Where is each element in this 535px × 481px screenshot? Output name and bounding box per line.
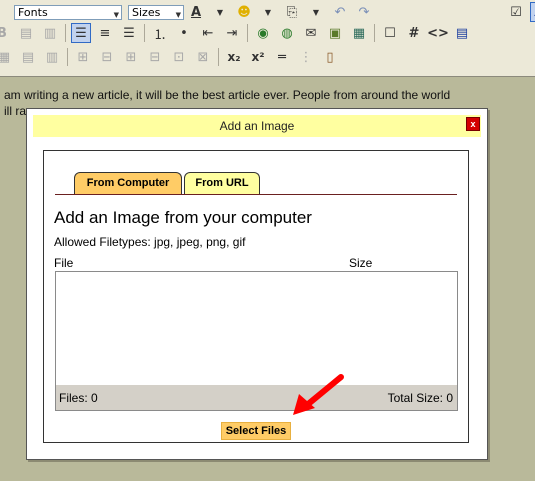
align-center-icon[interactable]: ≡ [95, 23, 115, 43]
hash-icon[interactable]: # [404, 23, 424, 43]
editor-toolbar: Fonts ▼ Sizes ▼ A ▼ ☻ ▼ ⎘ ▼ ↶ ↷ ☑ A B ▤ … [0, 0, 535, 74]
comment-icon[interactable]: ☐ [380, 23, 400, 43]
dialog-title-bar: Add an Image x [33, 115, 481, 137]
unlink-icon[interactable]: ◍ [277, 23, 297, 43]
align-right-icon[interactable]: ☰ [119, 23, 139, 43]
table-icon[interactable]: ▦ [0, 47, 14, 67]
video-icon[interactable]: ▦ [349, 23, 369, 43]
source-tabs: From Computer From URL [74, 172, 262, 194]
toolbar-row-3: ▦ ▤ ▥ ⊞ ⊟ ⊞ ⊟ ⊡ ⊠ x₂ x² ═ ⋮ ▯ [0, 44, 342, 70]
tab-from-computer[interactable]: From Computer [74, 172, 182, 194]
hash-label: # [408, 25, 420, 41]
delete-col-icon[interactable]: ⊟ [145, 47, 165, 67]
checkbox-icon[interactable]: ☑ [506, 2, 526, 22]
superscript-icon[interactable]: x² [248, 47, 268, 67]
redo-icon[interactable]: ↷ [354, 2, 374, 22]
bullet-list-icon[interactable]: • [174, 23, 194, 43]
file-list-footer: Files: 0 Total Size: 0 [56, 385, 457, 410]
add-image-dialog: Add an Image x From Computer From URL Ad… [26, 108, 488, 460]
font-select-label: Fonts [18, 5, 48, 19]
size-select[interactable]: Sizes ▼ [128, 4, 184, 20]
delete-row-icon[interactable]: ⊟ [97, 47, 117, 67]
close-button[interactable]: x [466, 117, 480, 131]
email-icon[interactable]: ✉ [301, 23, 321, 43]
split-cells-icon[interactable]: ⊠ [193, 47, 213, 67]
subscript-label: x₂ [227, 50, 241, 64]
pointer-arrow-icon [293, 374, 344, 415]
subscript-icon[interactable]: x₂ [224, 47, 244, 67]
outdent-icon[interactable]: ⇤ [198, 23, 218, 43]
bold-icon[interactable]: B [0, 23, 12, 43]
table-col-icon[interactable]: ▥ [42, 47, 62, 67]
code-icon[interactable]: <> [427, 23, 449, 43]
indent-icon[interactable]: ⇥ [222, 23, 242, 43]
align-left-icon[interactable]: ☰ [71, 23, 91, 43]
editor-line-1: am writing a new article, it will be the… [4, 88, 451, 102]
color-dropdown-icon[interactable]: ▼ [210, 2, 230, 22]
insert-row-icon[interactable]: ⊞ [73, 47, 93, 67]
attachment-dropdown-icon[interactable]: ▼ [306, 2, 326, 22]
table-row-icon[interactable]: ▤ [18, 47, 38, 67]
size-select-label: Sizes [132, 5, 161, 19]
font-select[interactable]: Fonts ▼ [14, 4, 122, 20]
allowed-filetypes: Allowed Filetypes: jpg, jpeg, png, gif [54, 235, 246, 249]
upload-panel: From Computer From URL Add an Image from… [43, 150, 469, 443]
undo-icon[interactable]: ↶ [330, 2, 350, 22]
total-size: Total Size: 0 [387, 391, 453, 405]
select-files-button[interactable]: Select Files [221, 422, 291, 440]
emoticon-dropdown-icon[interactable]: ▼ [258, 2, 278, 22]
page-icon[interactable]: ▯ [320, 47, 340, 67]
smiley-icon[interactable]: ☻ [234, 2, 254, 22]
code-label: <> [427, 25, 449, 41]
paste-icon[interactable]: ▥ [40, 23, 60, 43]
toolbar-row-2: B ▤ ▥ ☰ ≡ ☰ ⒈ • ⇤ ⇥ ◉ ◍ ✉ ▣ ▦ ☐ # <> ▤ [0, 20, 474, 46]
numbered-list-icon[interactable]: ⒈ [150, 23, 170, 43]
horizontal-rule-icon[interactable]: ═ [272, 47, 292, 67]
column-header-file: File [54, 256, 74, 270]
merge-cells-icon[interactable]: ⊡ [169, 47, 189, 67]
font-style-icon[interactable]: A [530, 2, 535, 22]
superscript-label: x² [251, 50, 265, 64]
font-color-icon[interactable]: A [186, 2, 206, 22]
tab-divider [55, 194, 457, 195]
file-list[interactable]: Files: 0 Total Size: 0 [55, 271, 458, 411]
copy-icon[interactable]: ▤ [16, 23, 36, 43]
image-icon[interactable]: ▣ [325, 23, 345, 43]
column-header-size: Size [349, 256, 373, 270]
html-icon[interactable]: ▤ [452, 23, 472, 43]
panel-heading: Add an Image from your computer [54, 208, 312, 227]
dialog-title: Add an Image [219, 119, 295, 133]
web-link-icon[interactable]: ◉ [253, 23, 273, 43]
files-count: Files: 0 [59, 391, 98, 405]
special-char-icon[interactable]: ⋮ [296, 47, 316, 67]
attachment-icon[interactable]: ⎘ [282, 2, 302, 22]
insert-col-icon[interactable]: ⊞ [121, 47, 141, 67]
tab-from-url[interactable]: From URL [184, 172, 260, 194]
close-icon: x [470, 119, 476, 129]
